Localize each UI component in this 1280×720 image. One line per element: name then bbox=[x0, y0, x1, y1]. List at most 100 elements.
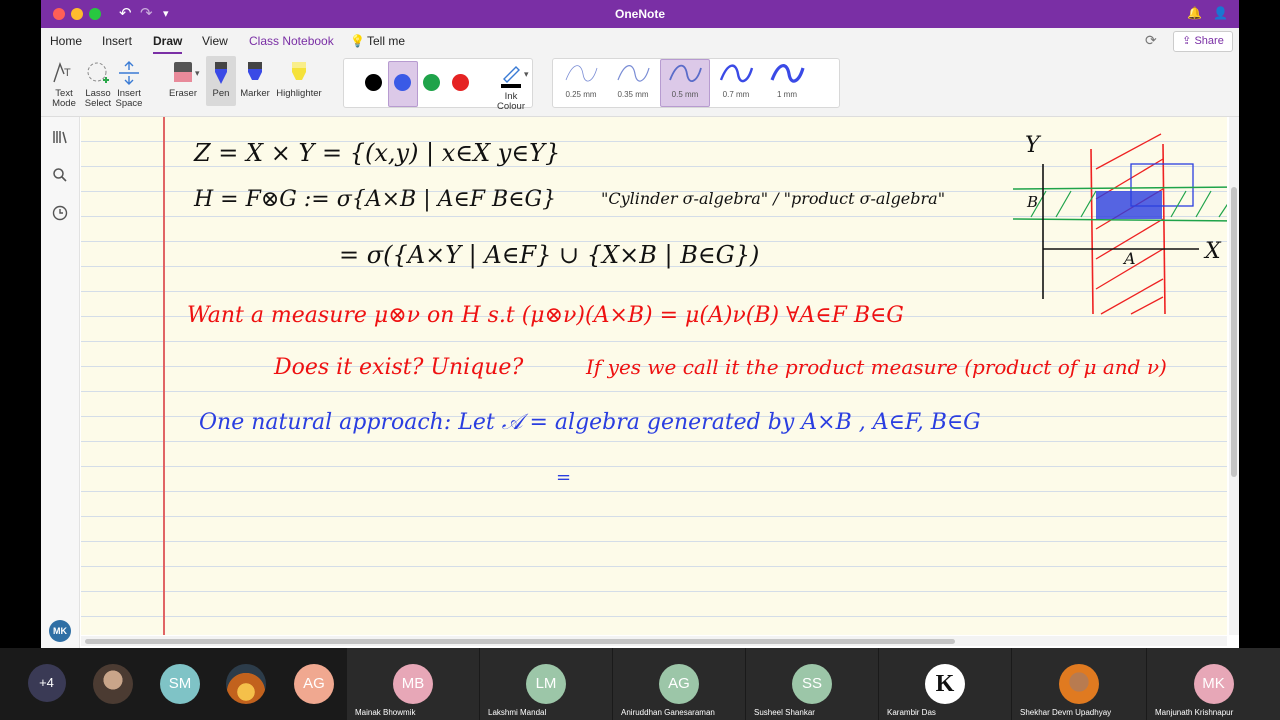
intersection-rectangle bbox=[1096, 191, 1162, 219]
eraser-icon bbox=[174, 62, 192, 82]
participant-photo bbox=[93, 664, 133, 704]
participant-avatar: MK bbox=[1193, 664, 1234, 704]
thickness-0-25-button[interactable]: 0.25 mm bbox=[557, 60, 605, 106]
participant-name: Karambir Das bbox=[887, 708, 936, 717]
tab-draw[interactable]: Draw bbox=[153, 34, 183, 54]
notebooks-icon[interactable] bbox=[52, 129, 68, 145]
share-icon: ⇪ bbox=[1182, 35, 1192, 47]
participant-tile[interactable]: AG Aniruddhan Ganesaraman bbox=[613, 648, 745, 720]
horizontal-scrollbar[interactable] bbox=[81, 636, 1227, 646]
share-label: Share bbox=[1194, 35, 1224, 47]
participant-tile[interactable]: LM Lakshmi Mandal bbox=[480, 648, 612, 720]
participant-avatar: K bbox=[925, 664, 965, 704]
participant-name: Lakshmi Mandal bbox=[488, 708, 547, 717]
thickness-0-35-button[interactable]: 0.35 mm bbox=[609, 60, 657, 106]
ink-colour-icon bbox=[501, 66, 521, 88]
draw-ribbon: T Text Mode Lasso Select Insert Space Er… bbox=[41, 54, 1239, 117]
onenote-window: ↶ ↷ ▾ OneNote 🔔 👤 Home Insert Draw View … bbox=[41, 0, 1239, 648]
participant-name: Shekhar Devm Upadhyay bbox=[1020, 708, 1112, 717]
window-title: OneNote bbox=[614, 7, 665, 21]
lightbulb-icon: 💡 bbox=[350, 34, 365, 48]
avatar[interactable]: MK bbox=[49, 620, 71, 642]
diagram-b-label: B bbox=[1027, 193, 1039, 211]
participant-tile[interactable]: MB Mainak Bhowmik bbox=[347, 648, 479, 720]
participant-photo bbox=[1059, 664, 1099, 704]
search-icon[interactable] bbox=[52, 167, 68, 183]
ink-colour-dropdown-icon[interactable]: ▾ bbox=[524, 69, 529, 80]
note-line-7: = bbox=[556, 467, 572, 488]
diagram-a-label: A bbox=[1124, 249, 1136, 268]
participant-name: Mainak Bhowmik bbox=[355, 708, 416, 717]
diagram-x-label: X bbox=[1205, 239, 1221, 264]
note-line-3: = σ({A×Y | A∈F} ∪ {X×B | B∈G}) bbox=[339, 241, 760, 269]
lasso-select-button[interactable]: Lasso Select bbox=[81, 60, 115, 109]
stroke-preview-icon bbox=[669, 64, 702, 82]
participant-tile[interactable]: MK Manjunath Krishnapur bbox=[1147, 648, 1280, 720]
participant-name: Aniruddhan Ganesaraman bbox=[621, 708, 715, 717]
title-bar: ↶ ↷ ▾ OneNote 🔔 👤 bbox=[41, 0, 1239, 28]
participant-tile[interactable]: +4 bbox=[0, 648, 95, 720]
ink-color-palette: Ink Colour ▾ bbox=[343, 58, 533, 112]
marker-button[interactable]: Marker bbox=[238, 60, 272, 99]
page-margin-line bbox=[163, 117, 165, 635]
participant-tile[interactable]: K Karambir Das bbox=[879, 648, 1011, 720]
pen-thickness-palette: 0.25 mm 0.35 mm 0.5 mm 0.7 mm 1 mm bbox=[552, 58, 840, 108]
participant-tile[interactable] bbox=[86, 648, 140, 720]
color-green-swatch[interactable] bbox=[423, 74, 440, 91]
participant-avatar: SS bbox=[792, 664, 832, 704]
notifications-bell-icon[interactable]: 🔔 bbox=[1187, 6, 1202, 20]
insert-space-icon bbox=[119, 61, 139, 85]
product-set-diagram bbox=[1012, 133, 1227, 315]
eraser-dropdown-icon[interactable]: ▾ bbox=[195, 68, 200, 79]
red-hatched-strip bbox=[1090, 133, 1194, 315]
sync-icon[interactable]: ⟳ bbox=[1145, 32, 1157, 49]
insert-space-button[interactable]: Insert Space bbox=[114, 60, 144, 109]
note-line-5b: If yes we call it the product measure (p… bbox=[586, 355, 1167, 379]
participant-avatar: LM bbox=[526, 664, 566, 704]
participant-tile[interactable] bbox=[218, 648, 274, 720]
thickness-0-7-button[interactable]: 0.7 mm bbox=[712, 60, 760, 106]
stroke-preview-icon bbox=[719, 64, 754, 83]
participant-name: Susheel Shankar bbox=[754, 708, 815, 717]
note-line-6: One natural approach: Let 𝒜 = algebra ge… bbox=[199, 410, 981, 435]
thickness-0-5-button[interactable]: 0.5 mm bbox=[660, 59, 710, 107]
participant-avatar: AG bbox=[659, 664, 699, 704]
highlighter-button[interactable]: Highlighter bbox=[274, 60, 324, 99]
video-participants-strip: +4 SM AG MB Mainak Bhowmik LM Lakshmi Ma… bbox=[0, 648, 1280, 720]
vertical-scrollbar[interactable] bbox=[1229, 117, 1239, 635]
svg-text:T: T bbox=[64, 67, 71, 79]
marker-icon bbox=[248, 62, 262, 80]
note-line-2b: "Cylinder σ-algebra" / "product σ-algebr… bbox=[601, 189, 946, 208]
participant-tile[interactable]: AG bbox=[286, 648, 342, 720]
participant-avatar: AG bbox=[294, 664, 334, 704]
tab-home[interactable]: Home bbox=[50, 34, 82, 48]
pen-icon bbox=[215, 62, 227, 84]
color-blue-swatch[interactable] bbox=[394, 74, 411, 91]
participant-tile[interactable]: SM bbox=[152, 648, 208, 720]
participant-tile[interactable]: Shekhar Devm Upadhyay bbox=[1012, 648, 1146, 720]
note-canvas[interactable]: Z = X × Y = {(x,y) | x∈X y∈Y} H = F⊗G :=… bbox=[81, 117, 1227, 635]
text-mode-button[interactable]: T Text Mode bbox=[49, 60, 79, 109]
eraser-button[interactable]: Eraser bbox=[165, 60, 201, 99]
thickness-1-button[interactable]: 1 mm bbox=[763, 60, 811, 106]
color-red-swatch[interactable] bbox=[452, 74, 469, 91]
tab-insert[interactable]: Insert bbox=[102, 34, 132, 48]
tell-me-search[interactable]: Tell me bbox=[367, 34, 405, 48]
ribbon-tabs: Home Insert Draw View Class Notebook 💡 T… bbox=[41, 28, 1239, 54]
lasso-icon bbox=[87, 62, 109, 83]
account-icon[interactable]: 👤 bbox=[1213, 6, 1228, 20]
participant-tile[interactable]: SS Susheel Shankar bbox=[746, 648, 878, 720]
participant-photo bbox=[226, 664, 266, 704]
participant-avatar: MB bbox=[393, 664, 433, 704]
pen-button[interactable]: Pen bbox=[206, 56, 236, 106]
color-black-swatch[interactable] bbox=[365, 74, 382, 91]
tab-class-notebook[interactable]: Class Notebook bbox=[249, 34, 334, 48]
recent-clock-icon[interactable] bbox=[52, 205, 68, 221]
tab-view[interactable]: View bbox=[202, 34, 228, 48]
note-line-1: Z = X × Y = {(x,y) | x∈X y∈Y} bbox=[194, 139, 561, 167]
navigation-sidebar bbox=[41, 117, 80, 648]
note-line-2a: H = F⊗G := σ{A×B | A∈F B∈G} bbox=[194, 187, 557, 212]
diagram-y-label: Y bbox=[1025, 133, 1040, 158]
share-button[interactable]: ⇪ Share bbox=[1173, 31, 1233, 52]
participant-avatar: SM bbox=[160, 664, 200, 704]
